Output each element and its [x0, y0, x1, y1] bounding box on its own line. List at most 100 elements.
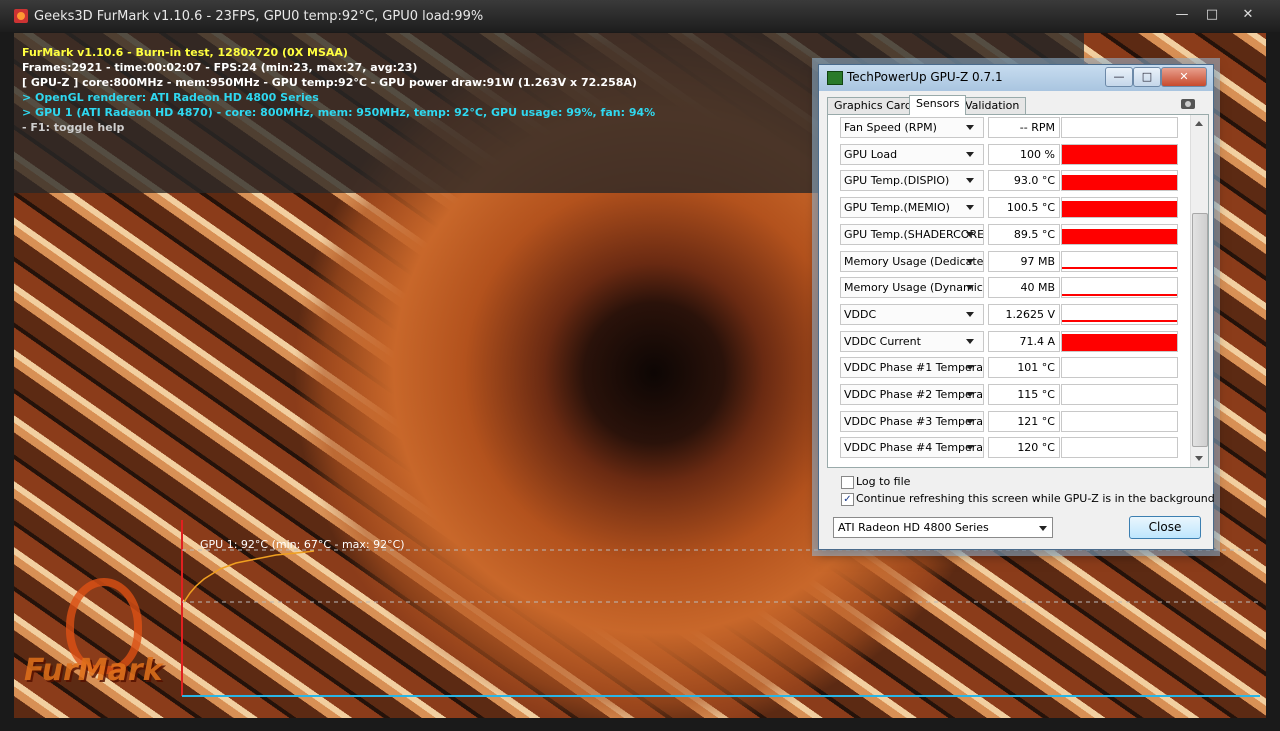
- sensor-graph: [1061, 437, 1178, 459]
- sensor-row: Memory Usage (Dedicated) 97 MB: [840, 250, 1180, 272]
- continue-refresh-checkbox[interactable]: ✓: [841, 493, 854, 506]
- sensor-value: 89.5 °C: [988, 223, 1060, 245]
- sensor-graph: [1061, 303, 1178, 325]
- sensor-name-dropdown[interactable]: VDDC Phase #3 Temperature: [840, 410, 984, 432]
- sensor-row: GPU Temp.(SHADERCORE) 89.5 °C: [840, 223, 1180, 245]
- sensor-name: VDDC Phase #3 Temperature: [844, 414, 984, 428]
- sensor-name-dropdown[interactable]: VDDC Phase #2 Temperature: [840, 384, 984, 405]
- sensor-name: VDDC Current: [844, 334, 921, 348]
- sensor-value: 100.5 °C: [988, 197, 1060, 219]
- sensor-graph: [1061, 197, 1178, 219]
- sensor-name-dropdown[interactable]: Memory Usage (Dedicated): [840, 250, 984, 272]
- chevron-down-icon: [966, 392, 974, 397]
- scroll-up-arrow-icon[interactable]: [1195, 121, 1203, 126]
- sensor-panel: Fan Speed (RPM) -- RPM GPU Load 100 % GPU Te…: [827, 114, 1209, 468]
- camera-icon[interactable]: [1181, 99, 1195, 109]
- sensor-name-dropdown[interactable]: GPU Load: [840, 143, 984, 165]
- sensor-graph: [1061, 143, 1178, 165]
- sensor-name: VDDC: [844, 307, 877, 321]
- sensor-name-dropdown[interactable]: GPU Temp.(MEMIO): [840, 197, 984, 219]
- gpuz-maximize-button[interactable]: □: [1133, 67, 1161, 87]
- sensor-row: VDDC Phase #1 Temperature 101 °C: [840, 357, 1180, 379]
- sensor-name-dropdown[interactable]: VDDC Phase #4 Temperature: [840, 437, 984, 459]
- sensor-graph: [1061, 384, 1178, 405]
- graph-label: GPU 1: 92°C (min: 67°C - max: 92°C): [200, 538, 405, 551]
- sensor-graph: [1061, 250, 1178, 272]
- scroll-down-arrow-icon[interactable]: [1195, 456, 1203, 461]
- tab-sensors[interactable]: Sensors: [909, 95, 967, 115]
- gpu-select-dropdown[interactable]: ATI Radeon HD 4800 Series: [833, 517, 1053, 538]
- sensor-name: VDDC Phase #1 Temperature: [844, 361, 984, 375]
- chevron-down-icon: [966, 178, 974, 184]
- chevron-down-icon: [966, 285, 974, 291]
- maximize-button[interactable]: □: [1200, 6, 1224, 24]
- sensor-value: 1.2625 V: [988, 303, 1060, 325]
- sensor-row: VDDC 1.2625 V: [840, 303, 1180, 325]
- sensor-value: 115 °C: [988, 384, 1060, 405]
- sensor-name-dropdown[interactable]: VDDC Phase #1 Temperature: [840, 357, 984, 379]
- sensor-graph: [1061, 117, 1178, 138]
- chevron-down-icon: [966, 418, 974, 424]
- tab-graphics-card[interactable]: Graphics Card: [827, 97, 919, 114]
- sensor-name: Memory Usage (Dynamic): [844, 281, 984, 295]
- chevron-down-icon: [966, 445, 974, 451]
- temperature-curve: [183, 550, 315, 603]
- gpuz-close-window-button[interactable]: ✕: [1161, 67, 1207, 87]
- sensor-graph: [1061, 410, 1178, 432]
- sensor-name: Memory Usage (Dedicated): [844, 254, 984, 268]
- chevron-down-icon: [966, 151, 974, 157]
- sensor-name-dropdown[interactable]: VDDC: [840, 303, 984, 325]
- sensor-name: GPU Load: [844, 147, 898, 161]
- gpuz-titlebar[interactable]: TechPowerUp GPU-Z 0.7.1 — □ ✕: [819, 65, 1213, 91]
- sensor-graph: [1061, 170, 1178, 192]
- chevron-down-icon: [966, 338, 974, 344]
- furmark-app-icon: [14, 9, 28, 23]
- sensor-graph-line: [1062, 294, 1177, 297]
- sensor-name-dropdown[interactable]: GPU Temp.(DISPIO): [840, 170, 984, 192]
- close-button[interactable]: Close: [1129, 516, 1201, 539]
- sensor-name: GPU Temp.(MEMIO): [844, 201, 950, 215]
- sensor-value: 100 %: [988, 143, 1060, 165]
- furmark-window-title: Geeks3D FurMark v1.10.6 - 23FPS, GPU0 te…: [34, 9, 484, 24]
- furmark-titlebar[interactable]: Geeks3D FurMark v1.10.6 - 23FPS, GPU0 te…: [0, 0, 1280, 32]
- sensor-row: VDDC Phase #2 Temperature 115 °C: [840, 384, 1180, 405]
- chevron-down-icon: [1039, 526, 1047, 531]
- sensor-name-dropdown[interactable]: GPU Temp.(SHADERCORE): [840, 223, 984, 245]
- close-window-button[interactable]: ✕: [1236, 6, 1260, 24]
- sensor-row: GPU Temp.(DISPIO) 93.0 °C: [840, 170, 1180, 192]
- sensor-value: 71.4 A: [988, 330, 1060, 352]
- sensor-graph-fill: [1062, 228, 1177, 244]
- sensor-name-dropdown[interactable]: Fan Speed (RPM): [840, 117, 984, 138]
- scroll-thumb[interactable]: [1192, 213, 1208, 447]
- sensor-name: GPU Temp.(DISPIO): [844, 174, 950, 188]
- sensor-graph-fill: [1062, 144, 1177, 164]
- gpuz-app-icon: [827, 71, 843, 85]
- gpuz-minimize-button[interactable]: —: [1105, 67, 1133, 87]
- minimize-button[interactable]: —: [1170, 6, 1194, 24]
- chevron-down-icon: [966, 311, 974, 317]
- sensor-name: Fan Speed (RPM): [844, 121, 937, 134]
- sensor-graph: [1061, 277, 1178, 299]
- chevron-down-icon: [966, 125, 974, 130]
- sensor-scrollbar[interactable]: [1190, 115, 1208, 467]
- sensor-name-dropdown[interactable]: VDDC Current: [840, 330, 984, 352]
- chevron-down-icon: [966, 365, 974, 371]
- sensor-name-dropdown[interactable]: Memory Usage (Dynamic): [840, 277, 984, 299]
- sensor-graph-line: [1062, 266, 1177, 269]
- sensor-row: VDDC Phase #4 Temperature 120 °C: [840, 437, 1180, 459]
- sensor-graph: [1061, 223, 1178, 245]
- log-to-file-checkbox[interactable]: [841, 476, 854, 489]
- furmark-logo: FurMark: [24, 653, 163, 688]
- sensor-value: 120 °C: [988, 437, 1060, 459]
- gpu-select-value: ATI Radeon HD 4800 Series: [838, 521, 989, 534]
- sensor-graph-fill: [1062, 175, 1177, 191]
- sensor-value: 40 MB: [988, 277, 1060, 299]
- sensor-value: 121 °C: [988, 410, 1060, 432]
- sensor-name: GPU Temp.(SHADERCORE): [844, 227, 984, 241]
- sensor-row: Fan Speed (RPM) -- RPM: [840, 117, 1180, 138]
- sensor-value: 97 MB: [988, 250, 1060, 272]
- sensor-value: 93.0 °C: [988, 170, 1060, 192]
- tab-validation[interactable]: Validation: [958, 97, 1027, 114]
- gpuz-window: TechPowerUp GPU-Z 0.7.1 — □ ✕ Graphics C…: [818, 64, 1215, 550]
- gpuz-window-title: TechPowerUp GPU-Z 0.7.1: [847, 70, 1003, 84]
